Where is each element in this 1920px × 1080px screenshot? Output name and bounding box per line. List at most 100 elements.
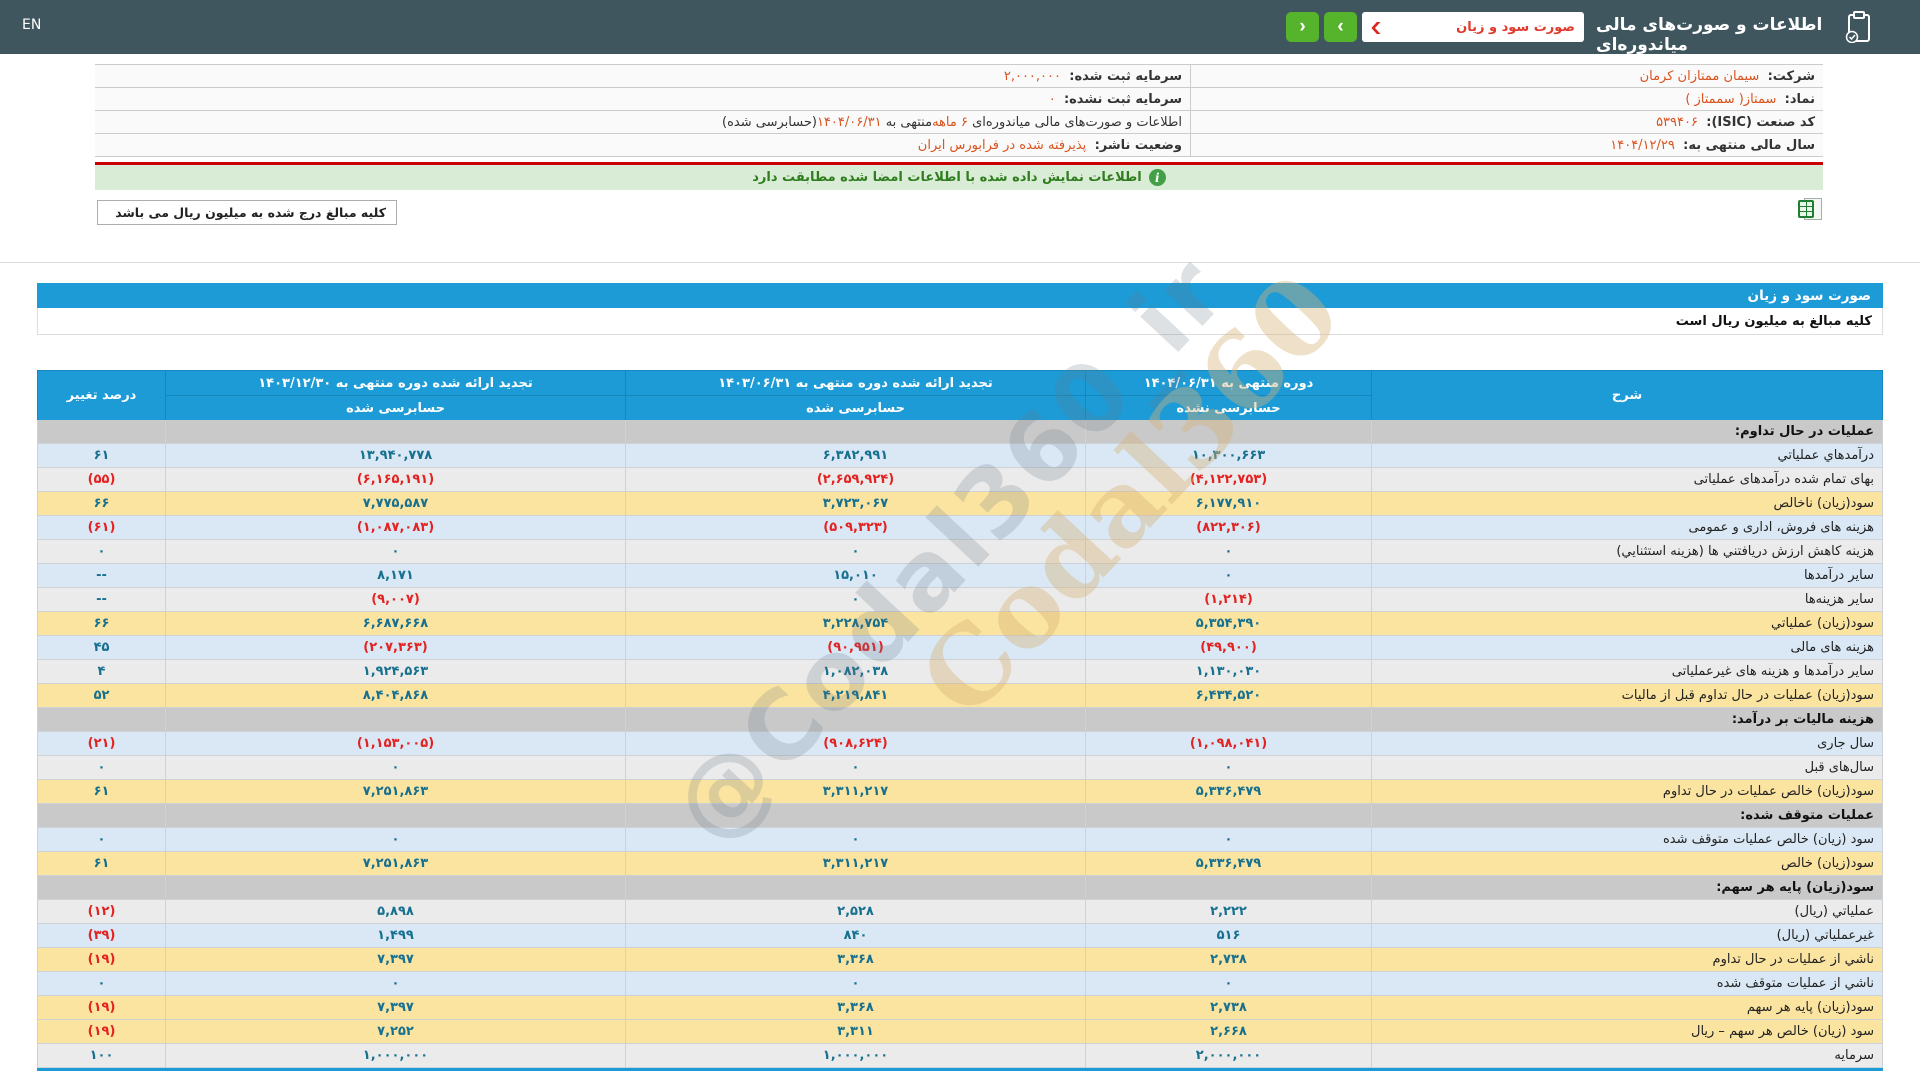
row-label: ساير درآمدها bbox=[1371, 564, 1883, 587]
value-percent-change: ۰ bbox=[37, 972, 165, 995]
value-restated-halfyear: ۴,۲۱۹,۸۴۱ bbox=[625, 684, 1085, 707]
info-label: سال مالی منتهی به: bbox=[1683, 137, 1815, 153]
row-label: سود(زيان) پايه هر سهم: bbox=[1371, 876, 1883, 899]
value-restated-fullyear bbox=[165, 708, 625, 731]
value-percent-change: -- bbox=[37, 564, 165, 587]
table-header: شرح دوره منتهی به ۱۴۰۴/۰۶/۳۱ حسابرسی نشد… bbox=[37, 370, 1883, 420]
value-current: (۴۹,۹۰۰) bbox=[1085, 636, 1371, 659]
value-restated-fullyear: ۸,۱۷۱ bbox=[165, 564, 625, 587]
info-label: منتهی به bbox=[881, 114, 933, 130]
value-restated-halfyear: (۲,۶۵۹,۹۲۴) bbox=[625, 468, 1085, 491]
value-percent-change: ۰ bbox=[37, 756, 165, 779]
value-restated-fullyear: (۶,۱۶۵,۱۹۱) bbox=[165, 468, 625, 491]
value-restated-fullyear: ۱,۴۹۹ bbox=[165, 924, 625, 947]
statement-type-select[interactable]: صورت سود و زیان ❯ bbox=[1362, 12, 1584, 42]
value-restated-halfyear: ۳,۳۱۱ bbox=[625, 1020, 1085, 1043]
value-percent-change: -- bbox=[37, 588, 165, 611]
value-restated-fullyear: ۷,۳۹۷ bbox=[165, 996, 625, 1019]
statement-type-selected-value: صورت سود و زیان bbox=[1456, 19, 1575, 35]
company-info-table: شرکت: سیمان ممتازان کرمان سرمایه ثبت شده:… bbox=[95, 64, 1823, 157]
value-current: ۲,۰۰۰,۰۰۰ bbox=[1085, 1044, 1371, 1067]
row-label: غيرعملياتي (ريال) bbox=[1371, 924, 1883, 947]
value-percent-change: ۰ bbox=[37, 540, 165, 563]
row-label: هزينه های فروش، اداری و عمومی bbox=[1371, 516, 1883, 539]
value-percent-change: (۳۹) bbox=[37, 924, 165, 947]
info-cell: شرکت: سیمان ممتازان کرمان bbox=[1190, 65, 1823, 87]
value-current: (۱,۲۱۴) bbox=[1085, 588, 1371, 611]
value-restated-fullyear: ۷,۳۹۷ bbox=[165, 948, 625, 971]
value-percent-change: (۶۱) bbox=[37, 516, 165, 539]
value-restated-fullyear: ۷,۷۷۵,۵۸۷ bbox=[165, 492, 625, 515]
info-cell: وضعیت ناشر: پذیرفته شده در فرابورس ایران bbox=[95, 134, 1190, 156]
row-label: عملیات متوقف شده: bbox=[1371, 804, 1883, 827]
value-percent-change: ۴ bbox=[37, 660, 165, 683]
value-restated-fullyear: ۸,۴۰۴,۸۶۸ bbox=[165, 684, 625, 707]
value-percent-change: (۱۹) bbox=[37, 1020, 165, 1043]
table-row: سود (زيان) خالص عمليات متوقف شده ۰ ۰ ۰ ۰ bbox=[37, 828, 1883, 852]
value-current: ۱,۱۳۰,۰۳۰ bbox=[1085, 660, 1371, 683]
value-current: (۸۲۲,۳۰۶) bbox=[1085, 516, 1371, 539]
row-label: سود(زيان) خالص bbox=[1371, 852, 1883, 875]
value-percent-change bbox=[37, 804, 165, 827]
table-row: درآمدهاي عملياتي ۱۰,۳۰۰,۶۶۳ ۶,۳۸۲,۹۹۱ ۱۳,۹۴… bbox=[37, 444, 1883, 468]
value-restated-fullyear: ۱,۰۰۰,۰۰۰ bbox=[165, 1044, 625, 1067]
info-icon: i bbox=[1148, 169, 1166, 186]
value-percent-change: ۶۱ bbox=[37, 852, 165, 875]
row-label: سود(زيان) عملياتي bbox=[1371, 612, 1883, 635]
row-label: درآمدهاي عملياتي bbox=[1371, 444, 1883, 467]
value-restated-halfyear: ۳,۳۶۸ bbox=[625, 996, 1085, 1019]
value-restated-fullyear: ۱۳,۹۴۰,۷۷۸ bbox=[165, 444, 625, 467]
value-percent-change: ۵۲ bbox=[37, 684, 165, 707]
info-cell: نماد: سمتاز( سممتاز ) bbox=[1190, 88, 1823, 110]
info-row: شرکت: سیمان ممتازان کرمان سرمایه ثبت شده:… bbox=[95, 65, 1823, 88]
value-restated-halfyear bbox=[625, 708, 1085, 731]
prev-statement-button[interactable]: ‹ bbox=[1286, 12, 1319, 42]
value-percent-change: ۶۶ bbox=[37, 612, 165, 635]
info-label: سرمایه ثبت نشده: bbox=[1063, 91, 1182, 107]
value-current: ۲,۲۲۲ bbox=[1085, 900, 1371, 923]
value-restated-halfyear: ۳,۳۶۸ bbox=[625, 948, 1085, 971]
value-restated-halfyear bbox=[625, 804, 1085, 827]
page: EN اطلاعات و صورت‌های مالی میاندوره‌ای ص… bbox=[0, 0, 1920, 1080]
value-restated-fullyear: (۱,۰۸۷,۰۸۳) bbox=[165, 516, 625, 539]
row-label: سود(زيان) خالص عمليات در حال تداوم bbox=[1371, 780, 1883, 803]
info-value: ۱۴۰۴/۱۲/۲۹ bbox=[1610, 137, 1684, 153]
row-label: سود(زيان) ناخالص bbox=[1371, 492, 1883, 515]
value-restated-halfyear: ۰ bbox=[625, 972, 1085, 995]
table-row: هزينه های مالی (۴۹,۹۰۰) (۹۰,۹۵۱) (۲۰۷,۳۶۳) ۴… bbox=[37, 636, 1883, 660]
row-label: سود (زيان) خالص هر سهم – ريال bbox=[1371, 1020, 1883, 1043]
value-restated-halfyear bbox=[625, 420, 1085, 443]
table-row: ناشي از عمليات متوقف شده ۰ ۰ ۰ ۰ bbox=[37, 972, 1883, 996]
row-label: سود(زيان) پايه هر سهم bbox=[1371, 996, 1883, 1019]
value-restated-fullyear: ۰ bbox=[165, 756, 625, 779]
value-current: ۰ bbox=[1085, 564, 1371, 587]
value-current bbox=[1085, 804, 1371, 827]
value-current: ۵,۳۵۴,۳۹۰ bbox=[1085, 612, 1371, 635]
info-value: ۰ bbox=[1048, 91, 1064, 107]
info-cell: سرمایه ثبت شده: ۲,۰۰۰,۰۰۰ bbox=[95, 65, 1190, 87]
row-label: عملیات در حال تداوم: bbox=[1371, 420, 1883, 443]
value-restated-halfyear: ۱,۰۰۰,۰۰۰ bbox=[625, 1044, 1085, 1067]
section-row: هزينه ماليات بر درآمد: bbox=[37, 708, 1883, 732]
table-row: سود (زيان) خالص هر سهم – ريال ۲,۶۶۸ ۳,۳۱۱ ۷… bbox=[37, 1020, 1883, 1044]
en-language-link[interactable]: EN bbox=[22, 17, 41, 33]
value-restated-halfyear: ۳,۳۱۱,۲۱۷ bbox=[625, 852, 1085, 875]
excel-export-icon[interactable] bbox=[1798, 197, 1824, 221]
value-percent-change: ۶۱ bbox=[37, 780, 165, 803]
statement-title: صورت سود و زیان bbox=[1747, 287, 1871, 304]
value-restated-fullyear: ۷,۲۵۲ bbox=[165, 1020, 625, 1043]
table-row: سود(زيان) عمليات در حال تداوم قبل از مال… bbox=[37, 684, 1883, 708]
signature-match-text: اطلاعات نمایش داده شده با اطلاعات امضا ش… bbox=[752, 170, 1142, 185]
header-current-period: دوره منتهی به ۱۴۰۴/۰۶/۳۱ حسابرسی نشده bbox=[1085, 370, 1371, 420]
table-row: ساير درآمدها ۰ ۱۵,۰۱۰ ۸,۱۷۱ -- bbox=[37, 564, 1883, 588]
value-restated-halfyear: ۱۵,۰۱۰ bbox=[625, 564, 1085, 587]
section-row: عملیات متوقف شده: bbox=[37, 804, 1883, 828]
clipboard-icon bbox=[1845, 11, 1873, 44]
info-row: کد صنعت (ISIC): ۵۳۹۴۰۶ اطلاعات و صورت‌های… bbox=[95, 111, 1823, 134]
value-restated-fullyear: ۶,۶۸۷,۶۶۸ bbox=[165, 612, 625, 635]
page-title: اطلاعات و صورت‌های مالی میاندوره‌ای bbox=[1596, 15, 1823, 55]
table-row: سال‌های قبل ۰ ۰ ۰ ۰ bbox=[37, 756, 1883, 780]
next-statement-button[interactable]: › bbox=[1324, 12, 1357, 42]
info-label: کد صنعت (ISIC): bbox=[1706, 114, 1815, 130]
value-current: ۰ bbox=[1085, 756, 1371, 779]
